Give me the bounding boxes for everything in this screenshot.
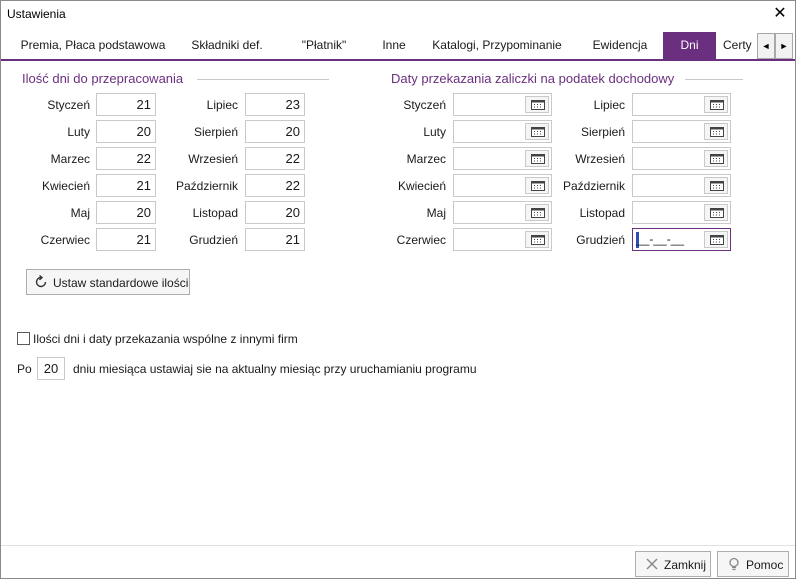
work-days-label-czerwiec: Czerwiec xyxy=(40,233,90,247)
day-setting-suffix: dniu miesiąca ustawiaj sie na aktualny m… xyxy=(73,362,477,376)
close-icon[interactable]: ✕ xyxy=(769,4,791,24)
work-days-divider xyxy=(197,79,329,80)
tab-inne[interactable]: Inne xyxy=(371,32,417,59)
work-days-label-sierpien: Sierpień xyxy=(193,125,238,139)
calendar-icon[interactable] xyxy=(704,123,728,140)
work-days-label-luty: Luty xyxy=(67,125,90,139)
calendar-icon[interactable] xyxy=(525,204,549,221)
tax-date-label-pazdziernik: Październik xyxy=(562,179,625,193)
tax-dates-divider xyxy=(685,79,743,80)
work-days-label-grudzien: Grudzień xyxy=(189,233,238,247)
tax-date-input-czerwiec[interactable] xyxy=(453,228,552,251)
tax-date-value: __-__-__ xyxy=(636,232,685,246)
tab-skladniki[interactable]: Składniki def. xyxy=(177,32,277,59)
tax-date-input-wrzesien[interactable] xyxy=(632,147,731,170)
tax-date-label-listopad: Listopad xyxy=(579,206,625,220)
tax-date-input-pazdziernik[interactable] xyxy=(632,174,731,197)
tax-date-input-marzec[interactable] xyxy=(453,147,552,170)
work-days-input-grudzien[interactable]: 21 xyxy=(245,228,305,251)
help-button-label: Pomoc xyxy=(746,558,784,572)
tax-date-label-sierpien: Sierpień xyxy=(580,125,625,139)
work-days-input-wrzesien[interactable]: 22 xyxy=(245,147,305,170)
shared-settings-checkbox[interactable] xyxy=(17,332,30,345)
tax-date-label-luty: Luty xyxy=(423,125,446,139)
refresh-icon xyxy=(34,274,48,292)
tab-katalogi[interactable]: Katalogi, Przypominanie xyxy=(417,32,577,59)
help-button[interactable]: Pomoc xyxy=(717,551,789,577)
work-days-input-luty[interactable]: 20 xyxy=(96,120,156,143)
tax-date-label-maj: Maj xyxy=(426,206,446,220)
tax-dates-title: Daty przekazania zaliczki na podatek doc… xyxy=(391,71,675,86)
work-days-input-kwiecien[interactable]: 21 xyxy=(96,174,156,197)
tax-date-label-lipiec: Lipiec xyxy=(593,98,625,112)
settings-window: Ustawienia ✕ Premia, Płaca podstawowa Sk… xyxy=(0,0,796,579)
calendar-icon[interactable] xyxy=(704,231,728,248)
work-days-input-czerwiec[interactable]: 21 xyxy=(96,228,156,251)
work-days-label-maj: Maj xyxy=(70,206,90,220)
work-days-label-lipiec: Lipiec xyxy=(206,98,238,112)
work-days-label-pazdziernik: Październik xyxy=(175,179,238,193)
tax-date-label-kwiecien: Kwiecień xyxy=(397,179,446,193)
tax-date-input-styczen[interactable] xyxy=(453,93,552,116)
work-days-input-styczen[interactable]: 21 xyxy=(96,93,156,116)
work-days-input-sierpien[interactable]: 20 xyxy=(245,120,305,143)
tab-scroll-left-icon[interactable]: ◄ xyxy=(757,33,775,59)
close-button[interactable]: Zamknij xyxy=(635,551,711,577)
tab-ewidencja[interactable]: Ewidencja xyxy=(577,32,663,59)
reset-standard-label: Ustaw standardowe ilości xyxy=(53,276,189,290)
day-setting-input[interactable]: 20 xyxy=(37,357,65,380)
work-days-title: Ilość dni do przepracowania xyxy=(22,71,184,86)
tax-date-input-lipiec[interactable] xyxy=(632,93,731,116)
tax-date-input-kwiecien[interactable] xyxy=(453,174,552,197)
tab-certy[interactable]: Certy xyxy=(723,32,757,59)
tab-platnik[interactable]: "Płatnik" xyxy=(277,32,371,59)
tax-date-label-wrzesien: Wrzesień xyxy=(575,152,625,166)
close-x-icon xyxy=(645,557,659,574)
tax-date-input-luty[interactable] xyxy=(453,120,552,143)
work-days-input-maj[interactable]: 20 xyxy=(96,201,156,224)
work-days-input-lipiec[interactable]: 23 xyxy=(245,93,305,116)
calendar-icon[interactable] xyxy=(525,123,549,140)
tax-date-label-marzec: Marzec xyxy=(406,152,446,166)
tab-premia[interactable]: Premia, Płaca podstawowa xyxy=(9,32,177,59)
tax-date-label-styczen: Styczeń xyxy=(403,98,446,112)
tab-scroll-right-icon[interactable]: ► xyxy=(775,33,793,59)
calendar-icon[interactable] xyxy=(525,177,549,194)
calendar-icon[interactable] xyxy=(704,150,728,167)
tab-dni[interactable]: Dni xyxy=(663,32,716,59)
tab-strip: Premia, Płaca podstawowa Składniki def. … xyxy=(1,32,795,61)
footer-divider xyxy=(1,545,795,546)
work-days-label-kwiecien: Kwiecień xyxy=(41,179,90,193)
calendar-icon[interactable] xyxy=(704,204,728,221)
shared-settings-label: Ilości dni i daty przekazania wspólne z … xyxy=(33,332,298,346)
help-bulb-icon xyxy=(727,557,741,574)
day-setting-prefix: Po xyxy=(17,362,32,376)
reset-standard-button[interactable]: Ustaw standardowe ilości xyxy=(26,269,190,295)
tax-date-input-listopad[interactable] xyxy=(632,201,731,224)
calendar-icon[interactable] xyxy=(704,177,728,194)
tax-date-input-sierpien[interactable] xyxy=(632,120,731,143)
work-days-input-listopad[interactable]: 20 xyxy=(245,201,305,224)
work-days-label-styczen: Styczeń xyxy=(47,98,90,112)
calendar-icon[interactable] xyxy=(525,150,549,167)
tax-date-label-grudzien: Grudzień xyxy=(576,233,625,247)
close-button-label: Zamknij xyxy=(664,558,707,572)
tax-date-input-grudzien[interactable]: __-__-__ xyxy=(632,228,731,251)
calendar-icon[interactable] xyxy=(704,96,728,113)
calendar-icon[interactable] xyxy=(525,231,549,248)
work-days-input-pazdziernik[interactable]: 22 xyxy=(245,174,305,197)
title-bar: Ustawienia ✕ xyxy=(1,1,795,28)
tax-date-input-maj[interactable] xyxy=(453,201,552,224)
work-days-input-marzec[interactable]: 22 xyxy=(96,147,156,170)
window-title: Ustawienia xyxy=(7,7,66,21)
tax-date-label-czerwiec: Czerwiec xyxy=(396,233,446,247)
work-days-label-listopad: Listopad xyxy=(192,206,238,220)
calendar-icon[interactable] xyxy=(525,96,549,113)
work-days-label-wrzesien: Wrzesień xyxy=(188,152,238,166)
work-days-label-marzec: Marzec xyxy=(50,152,90,166)
